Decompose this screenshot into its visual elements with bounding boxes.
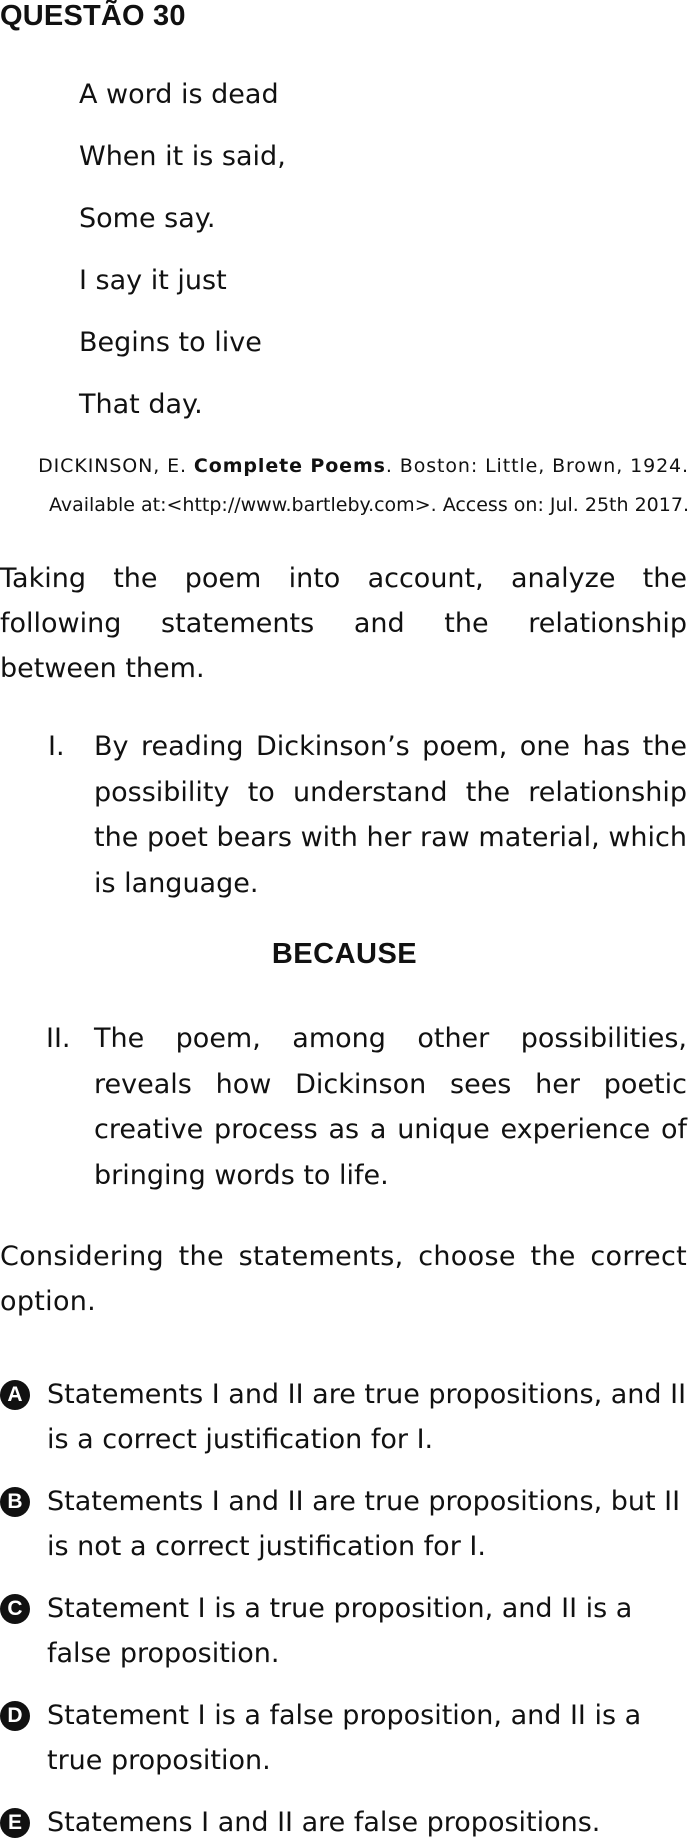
poem-line: That day. [79,389,203,420]
citation-publisher: . Boston: Little, Brown, 1924. [385,455,689,477]
instruction-text: Considering the statements, choose the c… [0,1241,687,1317]
poem: A word is dead When it is said, Some say… [79,78,286,450]
option-letter-badge: E [0,1808,30,1838]
poem-line: A word is dead [79,79,279,110]
statement-number: I. [48,731,65,762]
option-text: Statements I and II are true proposition… [47,1379,687,1455]
option-letter-badge: A [0,1380,30,1410]
citation-availability: Available at:<http://www.bartleby.com>. … [48,494,689,516]
option-text: Statements I and II are true proposition… [47,1486,681,1562]
option-letter-badge: D [0,1701,30,1731]
question-title: QUESTÃO 30 [0,0,186,32]
option-text: Statement I is a true proposition, and I… [47,1593,633,1669]
poem-line: I say it just [79,265,227,296]
question-prompt: Taking the poem into account, analyze th… [0,563,687,684]
statement-text: By reading Dickinson’s poem, one has the… [94,731,687,899]
statement-text: The poem, among other possibilities, rev… [94,1023,687,1191]
option-letter-badge: C [0,1594,30,1624]
citation-reference: DICKINSON, E. Complete Poems. Boston: Li… [0,455,689,477]
poem-line: Begins to live [79,327,262,358]
poem-line: Some say. [79,203,216,234]
connector-label: BECAUSE [271,938,418,970]
statement-number: II. [46,1023,71,1054]
citation-book-title: Complete Poems [193,455,386,477]
option-text: Statement I is a false proposition, and … [47,1700,642,1776]
citation-author: DICKINSON, E. [38,455,194,477]
poem-line: When it is said, [79,141,286,172]
option-text: Statemens I and II are false proposition… [47,1807,601,1838]
option-letter-badge: B [0,1487,30,1517]
